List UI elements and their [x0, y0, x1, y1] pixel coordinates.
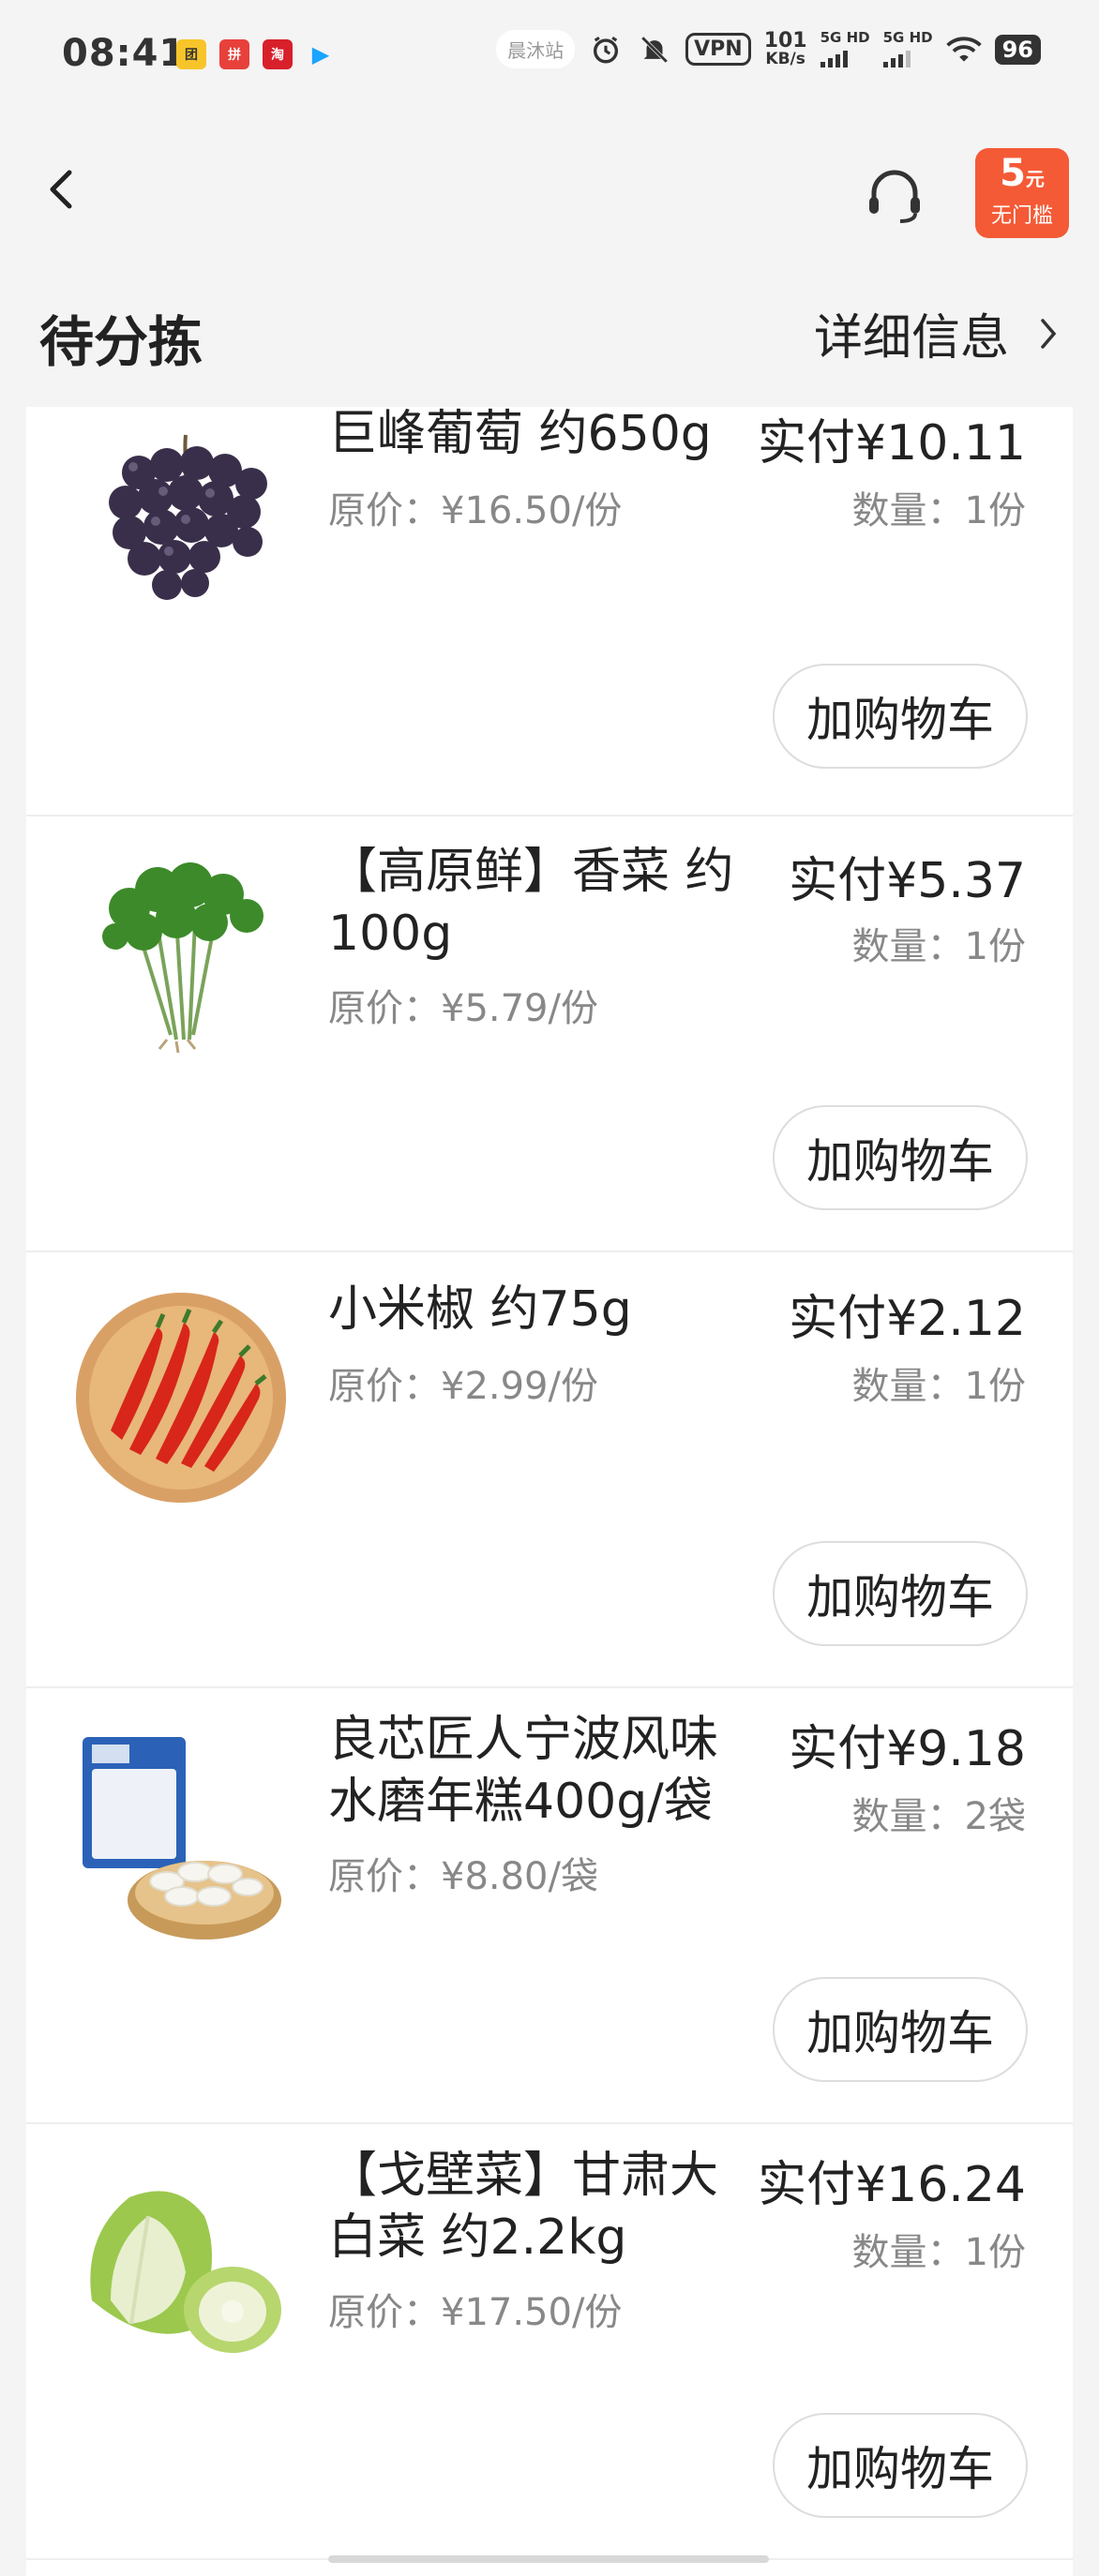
- shop-app-icon: 淘: [263, 39, 293, 69]
- list-item: 巨峰葡萄 约650g 原价：¥16.50/份 实付¥10.11 数量：1份 加购…: [26, 407, 1073, 816]
- paid-price: 实付¥16.24: [758, 2145, 1026, 2215]
- paid-price: 实付¥5.37: [789, 841, 1026, 911]
- vpn-badge: VPN: [685, 33, 751, 66]
- station-chip: 晨沐站: [496, 30, 575, 68]
- original-price: 原价：¥5.79/份: [328, 978, 598, 1032]
- coupon-amount: 5元: [975, 148, 1069, 204]
- detail-info-link[interactable]: 详细信息: [814, 298, 1060, 368]
- product-name: 【高原鲜】香菜 约100g: [328, 841, 778, 965]
- headset-icon: [861, 161, 928, 229]
- paid-price: 实付¥10.11: [758, 407, 1026, 473]
- alarm-icon: [588, 32, 624, 67]
- status-indicators: 晨沐站 VPN 101 KB/s 5G HD 5G HD 96: [496, 30, 1041, 68]
- product-name: 巨峰葡萄 约650g: [328, 407, 778, 465]
- quantity: 数量：1份: [852, 1355, 1026, 1410]
- list-item: 【戈壁菜】甘肃大白菜 约2.2kg 原价：¥17.50/份 实付¥16.24 数…: [26, 2122, 1073, 2560]
- detail-info-label: 详细信息: [814, 298, 1009, 368]
- home-indicator[interactable]: [328, 2555, 769, 2563]
- add-to-cart-button[interactable]: 加购物车: [773, 1541, 1028, 1646]
- status-time: 08:41: [62, 32, 186, 75]
- quantity: 数量：1份: [852, 2222, 1026, 2276]
- play-app-icon: ▶: [306, 39, 336, 69]
- customer-service-button[interactable]: [861, 161, 928, 229]
- original-price: 原价：¥16.50/份: [328, 480, 622, 534]
- product-image-grapes: [73, 407, 289, 622]
- quantity: 数量：2袋: [852, 1786, 1026, 1840]
- coupon-badge[interactable]: 5元 无门槛: [975, 148, 1069, 238]
- paid-price: 实付¥9.18: [789, 1709, 1026, 1779]
- original-price: 原价：¥8.80/袋: [328, 1846, 598, 1900]
- top-nav: 5元 无门槛: [0, 141, 1099, 253]
- paid-price: 实付¥2.12: [789, 1279, 1026, 1349]
- coupon-desc: 无门槛: [975, 204, 1069, 229]
- network-speed: 101 KB/s: [764, 31, 807, 67]
- list-item: 良芯匠人宁波风味水磨年糕400g/袋 原价：¥8.80/袋 实付¥9.18 数量…: [26, 1686, 1073, 2124]
- pdd-app-icon: 拼: [219, 39, 249, 69]
- product-name: 小米椒 约75g: [328, 1279, 778, 1340]
- chevron-right-icon: [1037, 315, 1060, 352]
- product-name: 【戈壁菜】甘肃大白菜 约2.2kg: [328, 2145, 722, 2269]
- chevron-left-icon: [34, 161, 90, 217]
- product-image-cabbage: [73, 2160, 289, 2375]
- product-list: 巨峰葡萄 约650g 原价：¥16.50/份 实付¥10.11 数量：1份 加购…: [26, 407, 1073, 2576]
- quantity: 数量：1份: [852, 916, 1026, 970]
- wifi-icon: [946, 32, 982, 67]
- product-name: 良芯匠人宁波风味水磨年糕400g/袋: [328, 1709, 741, 1833]
- add-to-cart-button[interactable]: 加购物车: [773, 1105, 1028, 1210]
- signal-sim2: 5G HD: [883, 31, 933, 67]
- status-app-icons: 团 拼 淘 ▶: [176, 39, 336, 69]
- add-to-cart-button[interactable]: 加购物车: [773, 2413, 1028, 2518]
- add-to-cart-button[interactable]: 加购物车: [773, 1977, 1028, 2082]
- signal-sim1: 5G HD: [820, 31, 870, 67]
- original-price: 原价：¥17.50/份: [328, 2282, 622, 2336]
- list-item: 【高原鲜】香菜 约100g 原价：¥5.79/份 实付¥5.37 数量：1份 加…: [26, 815, 1073, 1252]
- product-image-ricecake: [73, 1731, 289, 1947]
- product-image-chili: [73, 1290, 289, 1505]
- page-title: 待分拣: [39, 298, 203, 377]
- product-image-cilantro: [73, 843, 289, 1058]
- tuan-app-icon: 团: [176, 39, 206, 69]
- mute-bell-icon: [637, 32, 672, 67]
- battery-level: 96: [995, 35, 1041, 65]
- list-item: 小米椒 约75g 原价：¥2.99/份 实付¥2.12 数量：1份 加购物车: [26, 1251, 1073, 1688]
- original-price: 原价：¥2.99/份: [328, 1355, 598, 1410]
- add-to-cart-button[interactable]: 加购物车: [773, 664, 1028, 769]
- status-bar: 08:41 团 拼 淘 ▶ 晨沐站 VPN 101 KB/s 5G HD 5G …: [0, 0, 1099, 112]
- back-button[interactable]: [34, 161, 90, 217]
- quantity: 数量：1份: [852, 480, 1026, 534]
